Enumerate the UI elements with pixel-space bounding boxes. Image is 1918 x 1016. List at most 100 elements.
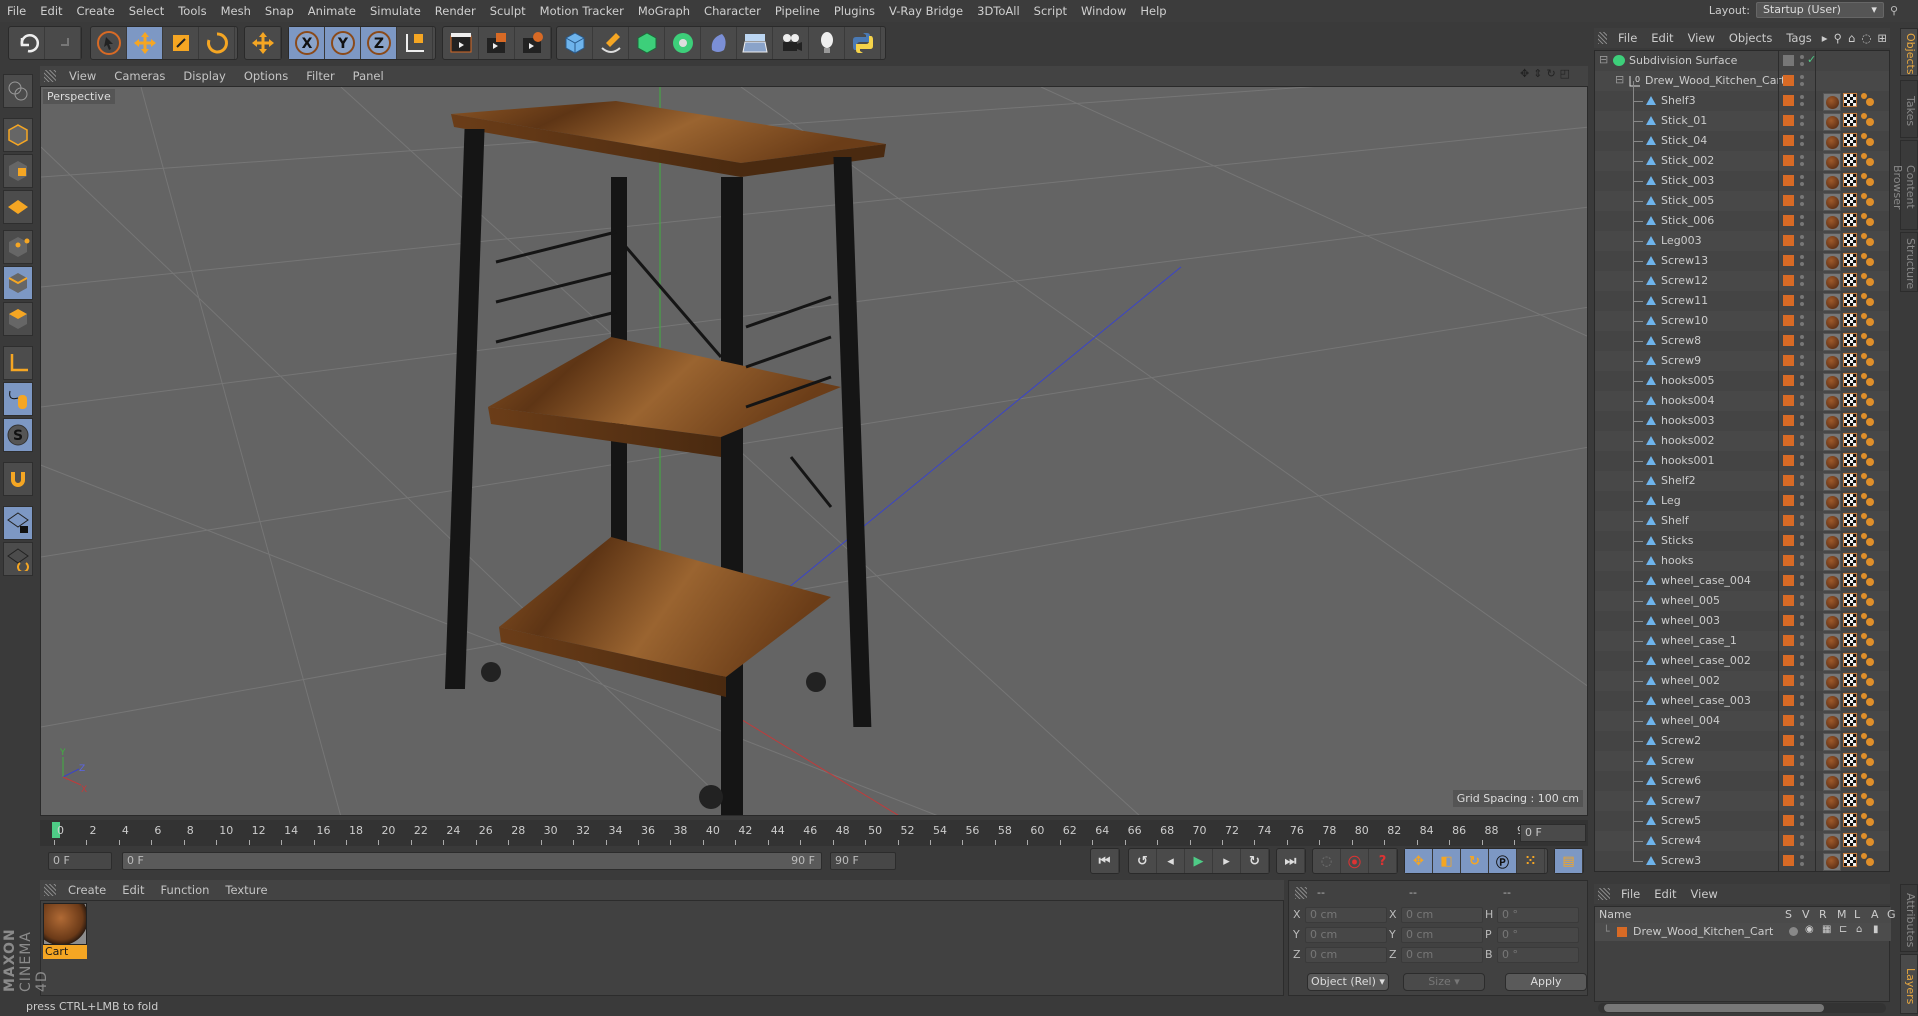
layer-color-swatch[interactable] [1783, 395, 1794, 406]
uvw-tag-icon[interactable] [1843, 313, 1857, 327]
layer-color-swatch[interactable] [1783, 355, 1794, 366]
object-menu-file[interactable]: File [1611, 31, 1644, 45]
render-settings-icon[interactable] [515, 27, 551, 59]
menu-simulate[interactable]: Simulate [363, 4, 428, 18]
autokey-icon[interactable]: ⦿ [1341, 849, 1369, 873]
material-menu-edit[interactable]: Edit [114, 883, 152, 897]
uvw-tag-icon[interactable] [1843, 673, 1857, 687]
end-frame-field[interactable]: 90 F [830, 852, 896, 870]
material-tag-icon[interactable] [1823, 273, 1841, 291]
layer-color-swatch[interactable] [1783, 495, 1794, 506]
material-tag-icon[interactable] [1823, 413, 1841, 431]
coord-field[interactable]: 0 ° [1497, 947, 1579, 963]
object-menu-objects[interactable]: Objects [1722, 31, 1779, 45]
workplane-mode-icon[interactable] [3, 190, 33, 224]
layer-color-swatch[interactable] [1783, 675, 1794, 686]
mograph-cloner-icon[interactable] [665, 27, 701, 59]
animation-icon[interactable]: ▮ [1873, 924, 1879, 935]
material-tag-icon[interactable] [1823, 593, 1841, 611]
visibility-dots-icon[interactable] [1800, 154, 1804, 168]
key-rotation-icon[interactable]: ↻ [1461, 849, 1489, 873]
uvw-tag-icon[interactable] [1843, 553, 1857, 567]
play-icon[interactable]: ▶ [1185, 849, 1213, 873]
material-tag-icon[interactable] [1823, 513, 1841, 531]
next-frame-icon[interactable]: ▸ [1213, 849, 1241, 873]
layer-color-swatch[interactable] [1783, 655, 1794, 666]
texture-tag-icon[interactable] [1861, 273, 1875, 287]
texture-tag-icon[interactable] [1861, 653, 1875, 667]
goto-end-icon[interactable]: ⏭ [1277, 849, 1305, 873]
object-row[interactable]: hooks004 [1595, 391, 1889, 411]
uvw-tag-icon[interactable] [1843, 253, 1857, 267]
uvw-tag-icon[interactable] [1843, 293, 1857, 307]
visibility-dots-icon[interactable] [1800, 554, 1804, 568]
object-row[interactable]: wheel_002 [1595, 671, 1889, 691]
texture-tag-icon[interactable] [1861, 553, 1875, 567]
visibility-dots-icon[interactable] [1800, 634, 1804, 648]
visibility-dots-icon[interactable] [1800, 314, 1804, 328]
material-tag-icon[interactable] [1823, 193, 1841, 211]
object-menu-edit[interactable]: Edit [1644, 31, 1680, 45]
material-tag-icon[interactable] [1823, 673, 1841, 691]
visibility-dots-icon[interactable] [1800, 834, 1804, 848]
object-row[interactable]: Stick_002 [1595, 151, 1889, 171]
points-mode-icon[interactable] [3, 230, 33, 264]
menu-mograph[interactable]: MoGraph [631, 4, 697, 18]
texture-tag-icon[interactable] [1861, 473, 1875, 487]
render-clapper-icon[interactable]: ▦ [1822, 924, 1831, 935]
visibility-dots-icon[interactable] [1800, 654, 1804, 668]
material-menu-function[interactable]: Function [153, 883, 218, 897]
axis-mode-icon[interactable] [3, 346, 33, 380]
z-axis-lock-icon[interactable]: Z [361, 27, 397, 59]
layer-color-swatch[interactable] [1783, 735, 1794, 746]
solo-mode-icon[interactable]: S [3, 418, 33, 452]
light-icon[interactable] [809, 27, 845, 59]
texture-tag-icon[interactable] [1861, 313, 1875, 327]
grip-handle[interactable] [1598, 32, 1608, 44]
layer-row[interactable]: └ Drew_Wood_Kitchen_Cart ◉ ▦ ⊏ ⌂ ▮ [1595, 923, 1891, 941]
next-key-icon[interactable]: ↻ [1241, 849, 1269, 873]
side-tab-takes[interactable]: Takes [1900, 80, 1918, 138]
material-tag-icon[interactable] [1823, 173, 1841, 191]
uvw-tag-icon[interactable] [1843, 193, 1857, 207]
size-mode-dropdown[interactable]: Size ▾ [1403, 973, 1485, 991]
workplane-lock-icon[interactable] [3, 506, 33, 540]
uvw-tag-icon[interactable] [1843, 393, 1857, 407]
y-axis-lock-icon[interactable]: Y [325, 27, 361, 59]
material-tag-icon[interactable] [1823, 333, 1841, 351]
menu-script[interactable]: Script [1027, 4, 1074, 18]
visibility-dots-icon[interactable] [1800, 474, 1804, 488]
visibility-dots-icon[interactable] [1800, 134, 1804, 148]
visibility-dots-icon[interactable] [1800, 334, 1804, 348]
key-scale-icon[interactable]: ◧ [1433, 849, 1461, 873]
uvw-tag-icon[interactable] [1843, 573, 1857, 587]
last-tool-icon[interactable] [245, 27, 281, 59]
layer-color-swatch[interactable] [1783, 595, 1794, 606]
texture-tag-icon[interactable] [1861, 153, 1875, 167]
uvw-tag-icon[interactable] [1843, 233, 1857, 247]
material-tag-icon[interactable] [1823, 493, 1841, 511]
object-row[interactable]: Stick_04 [1595, 131, 1889, 151]
material-tag-icon[interactable] [1823, 153, 1841, 171]
object-row[interactable]: Leg003 [1595, 231, 1889, 251]
material-tag-icon[interactable] [1823, 473, 1841, 491]
texture-tag-icon[interactable] [1861, 733, 1875, 747]
material-tag-icon[interactable] [1823, 93, 1841, 111]
visibility-dots-icon[interactable] [1800, 534, 1804, 548]
coord-field[interactable]: 0 ° [1497, 927, 1579, 943]
visibility-dots-icon[interactable] [1800, 694, 1804, 708]
subdivision-icon[interactable] [629, 27, 665, 59]
orbit-icon[interactable]: ↻ [1546, 67, 1555, 80]
menu-plugins[interactable]: Plugins [827, 4, 882, 18]
uvw-tag-icon[interactable] [1843, 453, 1857, 467]
object-row[interactable]: Screw11 [1595, 291, 1889, 311]
cube-icon[interactable] [557, 27, 593, 59]
visibility-dots-icon[interactable] [1800, 294, 1804, 308]
texture-tag-icon[interactable] [1861, 253, 1875, 267]
fold-toggle-icon[interactable]: ⊟ [1599, 53, 1608, 66]
uvw-tag-icon[interactable] [1843, 653, 1857, 667]
layer-color-swatch[interactable] [1783, 715, 1794, 726]
uvw-tag-icon[interactable] [1843, 713, 1857, 727]
make-editable-icon[interactable] [3, 74, 33, 108]
move-icon[interactable] [127, 27, 163, 59]
